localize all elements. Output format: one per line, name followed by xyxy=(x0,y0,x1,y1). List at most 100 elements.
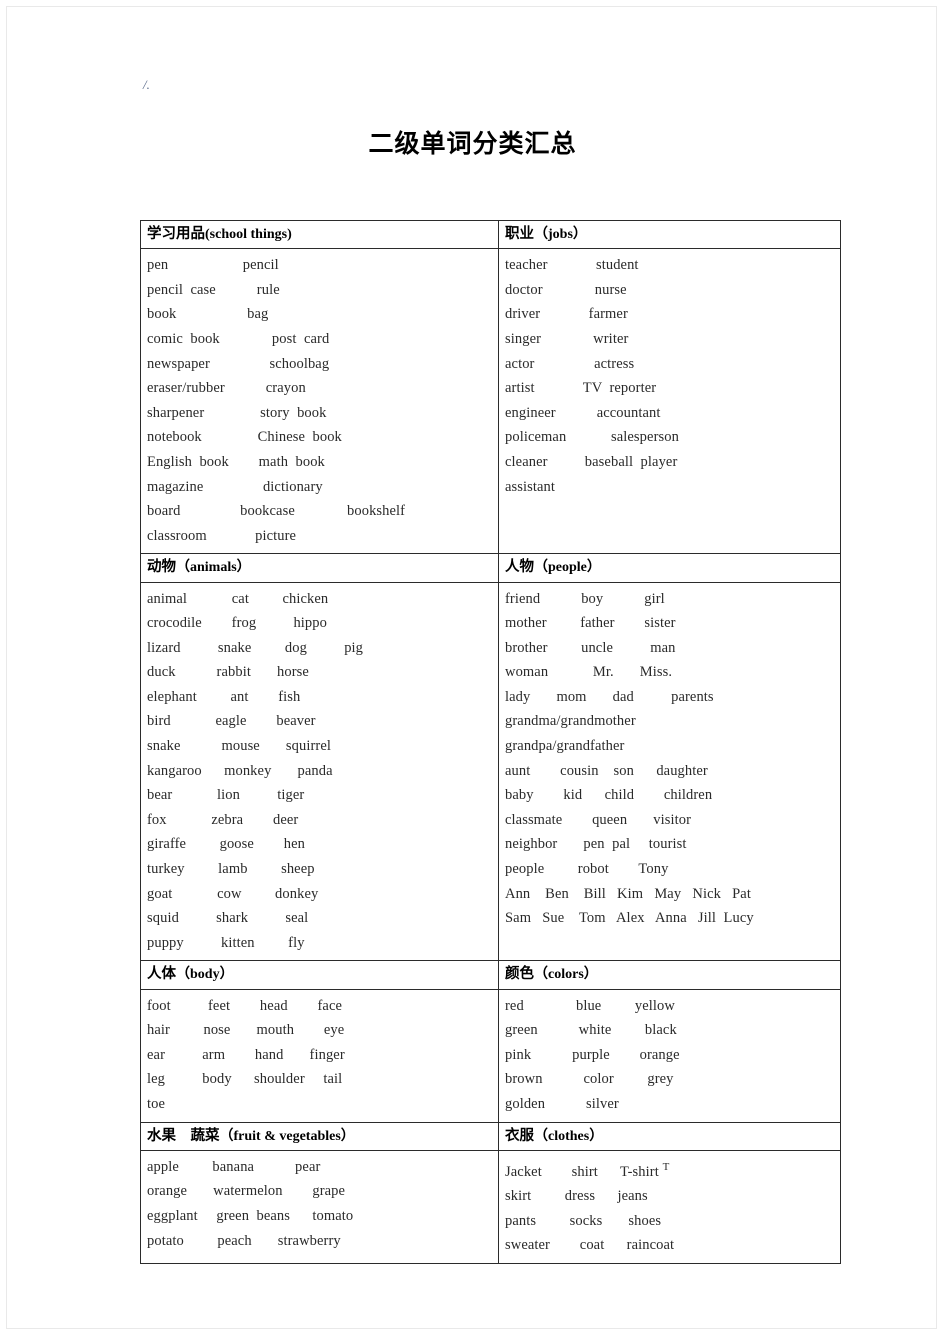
word-cell-jobs: teacher student doctor nurse driver farm… xyxy=(498,248,841,555)
page-title: 二级单词分类汇总 xyxy=(368,129,577,158)
category-header-cell-colors: 颜色（colors） xyxy=(498,960,841,990)
word-cell-clothes: Jacket shirt T-shirt T skirt dress jeans… xyxy=(498,1149,841,1264)
word-line: English book math book xyxy=(147,453,325,470)
category-header-cell-school-things: 学习用品(school things) xyxy=(140,219,499,250)
word-line: artist TV reporter xyxy=(505,380,657,397)
word-line: eggplant green beans tomato xyxy=(147,1207,354,1224)
word-line: pink purple orange xyxy=(505,1046,680,1063)
word-cell-people: friend boy girl mother father sister bro… xyxy=(498,581,841,962)
category-heading-en: （clothes） xyxy=(534,1128,604,1144)
category-header-cell-jobs: 职业（jobs） xyxy=(498,219,841,250)
word-line: newspaper schoolbag xyxy=(147,355,330,372)
category-header-cell-body: 人体（body） xyxy=(140,960,499,990)
word-list: pen pencil pencil case rule book bag com… xyxy=(141,249,498,553)
category-heading: 学习用品(school things) xyxy=(141,221,498,248)
word-line: friend boy girl xyxy=(505,590,665,607)
category-heading: 职业（jobs） xyxy=(499,221,840,248)
category-heading-en: （jobs） xyxy=(534,227,587,242)
category-heading: 水果 蔬菜（fruit & vegetables） xyxy=(141,1123,498,1150)
word-line: lady mom dad parents xyxy=(505,688,714,705)
category-heading: 衣服（clothes） xyxy=(499,1123,840,1150)
table-row-words: animal cat chicken crocodile frog hippo … xyxy=(140,581,841,962)
category-heading-cn: 动物 xyxy=(147,559,176,576)
category-heading-cn: 颜色 xyxy=(505,966,534,983)
word-line: grandpa/grandfather xyxy=(505,738,625,755)
word-line: golden silver xyxy=(505,1095,619,1112)
word-line: goat cow donkey xyxy=(147,885,319,902)
word-line: engineer accountant xyxy=(505,404,661,421)
word-line-text: Jacket shirt T-shirt xyxy=(505,1163,663,1180)
word-line: foot feet head face xyxy=(147,997,343,1014)
table-body: 学习用品(school things) 职业（jobs） pen pencil … xyxy=(140,219,841,1264)
word-list: foot feet head face hair nose mouth eye … xyxy=(141,990,498,1122)
word-list: Jacket shirt T-shirt T skirt dress jeans… xyxy=(499,1151,840,1263)
word-line: comic book post card xyxy=(147,330,330,347)
word-cell-body: foot feet head face hair nose mouth eye … xyxy=(140,988,499,1123)
word-line: book bag xyxy=(147,306,269,323)
category-header-cell-fruit-vegetables: 水果 蔬菜（fruit & vegetables） xyxy=(140,1121,499,1151)
category-heading-en: （fruit & vegetables） xyxy=(219,1128,355,1144)
table-row-words: foot feet head face hair nose mouth eye … xyxy=(140,988,841,1123)
category-heading-cn: 人物 xyxy=(505,559,534,576)
category-header-cell-animals: 动物（animals） xyxy=(140,553,499,583)
word-line: grandma/grandmother xyxy=(505,713,636,730)
word-line: potato peach strawberry xyxy=(147,1232,341,1249)
word-line: classroom picture xyxy=(147,527,297,544)
word-line: turkey lamb sheep xyxy=(147,861,315,878)
word-line: leg body shoulder tail xyxy=(147,1071,343,1088)
category-heading: 动物（animals） xyxy=(141,554,498,581)
word-line: classmate queen visitor xyxy=(505,811,692,828)
category-header-cell-clothes: 衣服（clothes） xyxy=(498,1121,841,1151)
word-line: squid shark seal xyxy=(147,910,309,927)
table-row-heading: 动物（animals） 人物（people） xyxy=(140,553,841,583)
word-line: magazine dictionary xyxy=(147,478,323,495)
word-cell-colors: red blue yellow green white black pink p… xyxy=(498,988,841,1123)
category-heading: 颜色（colors） xyxy=(499,961,840,988)
word-line: apple banana pear xyxy=(147,1158,321,1175)
category-heading-cn: 职业 xyxy=(505,226,534,242)
word-line: doctor nurse xyxy=(505,281,627,298)
word-line: hair nose mouth eye xyxy=(147,1022,345,1039)
word-line: teacher student xyxy=(505,257,639,274)
word-line: pencil case rule xyxy=(147,281,280,298)
word-line: Ann Ben Bill Kim May Nick Pat xyxy=(505,885,751,902)
word-cell-school-things: pen pencil pencil case rule book bag com… xyxy=(140,248,499,555)
word-line: fox zebra deer xyxy=(147,811,299,828)
word-line: aunt cousin son daughter xyxy=(505,762,708,779)
word-line: giraffe goose hen xyxy=(147,836,305,853)
word-line: puppy kitten fly xyxy=(147,934,305,951)
table-row-heading: 人体（body） 颜色（colors） xyxy=(140,960,841,990)
word-line: actor actress xyxy=(505,355,635,372)
tshirt-superscript: T xyxy=(662,1160,670,1173)
word-line: kangaroo monkey panda xyxy=(147,762,333,779)
word-line: woman Mr. Miss. xyxy=(505,664,673,681)
word-line: singer writer xyxy=(505,330,629,347)
document-page: /. 二级单词分类汇总 学习用品(school things) 职业（jobs）… xyxy=(0,0,945,1337)
word-cell-animals: animal cat chicken crocodile frog hippo … xyxy=(140,581,499,962)
word-line: elephant ant fish xyxy=(147,688,301,705)
category-heading-cn: 衣服 xyxy=(505,1127,534,1144)
category-header-cell-people: 人物（people） xyxy=(498,553,841,583)
word-line: pants socks shoes xyxy=(505,1212,662,1229)
word-cell-fruit-vegetables: apple banana pear orange watermelon grap… xyxy=(140,1149,499,1264)
word-line: sweater coat raincoat xyxy=(505,1237,675,1254)
table-row-words: apple banana pear orange watermelon grap… xyxy=(140,1149,841,1264)
word-line: driver farmer xyxy=(505,306,628,323)
category-heading: 人物（people） xyxy=(499,554,840,581)
category-heading-en: （body） xyxy=(176,967,234,983)
word-list: animal cat chicken crocodile frog hippo … xyxy=(141,583,498,961)
corner-mark: /. xyxy=(143,77,150,92)
category-heading-en: （animals） xyxy=(176,560,251,576)
table-row-heading: 学习用品(school things) 职业（jobs） xyxy=(140,219,841,250)
category-heading: 人体（body） xyxy=(141,961,498,988)
word-line: sharpener story book xyxy=(147,404,327,421)
word-line: lizard snake dog pig xyxy=(147,639,364,656)
word-line: green white black xyxy=(505,1022,677,1039)
word-line: pen pencil xyxy=(147,257,279,274)
word-list: teacher student doctor nurse driver farm… xyxy=(499,249,840,504)
word-line: policeman salesperson xyxy=(505,429,679,446)
word-line: toe xyxy=(147,1095,166,1112)
word-list: friend boy girl mother father sister bro… xyxy=(499,583,840,936)
word-list: apple banana pear orange watermelon grap… xyxy=(141,1151,498,1258)
word-line: cleaner baseball player xyxy=(505,453,678,470)
